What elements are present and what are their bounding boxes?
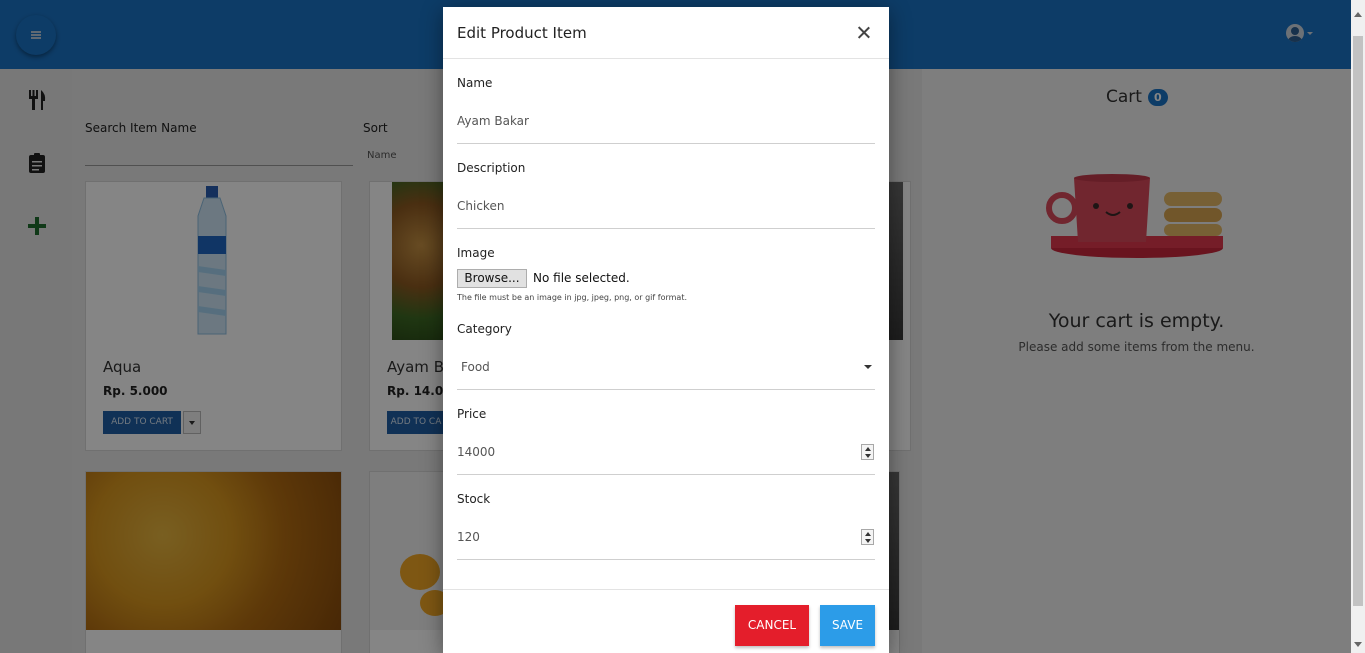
edit-product-dialog: Edit Product Item Name Description Image… xyxy=(443,7,889,653)
category-underline xyxy=(457,389,875,390)
image-label: Image xyxy=(457,246,495,260)
close-icon[interactable] xyxy=(854,22,874,42)
stepper-up-icon[interactable] xyxy=(865,532,871,536)
stock-field[interactable] xyxy=(457,530,837,544)
description-label: Description xyxy=(457,161,526,175)
category-select[interactable]: Food xyxy=(461,360,861,374)
stock-label: Stock xyxy=(457,492,491,506)
category-label: Category xyxy=(457,322,512,336)
price-field[interactable] xyxy=(457,445,837,459)
scroll-up-arrow[interactable] xyxy=(1354,12,1362,17)
scroll-thumb[interactable] xyxy=(1353,36,1363,606)
stepper-up-icon[interactable] xyxy=(865,447,871,451)
description-field[interactable] xyxy=(457,199,857,213)
dialog-title: Edit Product Item xyxy=(457,24,587,42)
stepper-down-icon[interactable] xyxy=(865,539,871,543)
stock-stepper[interactable] xyxy=(861,529,874,545)
name-field[interactable] xyxy=(457,114,857,128)
dialog-footer: CANCEL SAVE xyxy=(443,589,889,653)
browse-button[interactable]: Browse... xyxy=(457,269,527,288)
page-scrollbar[interactable] xyxy=(1351,0,1365,653)
price-label: Price xyxy=(457,407,487,421)
save-button[interactable]: SAVE xyxy=(820,605,875,646)
name-underline xyxy=(457,143,875,144)
description-underline xyxy=(457,228,875,229)
cancel-button[interactable]: CANCEL xyxy=(735,605,809,646)
price-stepper[interactable] xyxy=(861,444,874,460)
caret-down-icon[interactable] xyxy=(864,365,872,369)
name-label: Name xyxy=(457,76,493,90)
image-format-hint: The file must be an image in jpg, jpeg, … xyxy=(457,293,687,302)
stepper-down-icon[interactable] xyxy=(865,454,871,458)
scroll-down-arrow[interactable] xyxy=(1354,642,1362,647)
file-status-text: No file selected. xyxy=(533,271,630,285)
price-underline xyxy=(457,474,875,475)
stock-underline xyxy=(457,559,875,560)
dialog-header: Edit Product Item xyxy=(443,7,889,59)
